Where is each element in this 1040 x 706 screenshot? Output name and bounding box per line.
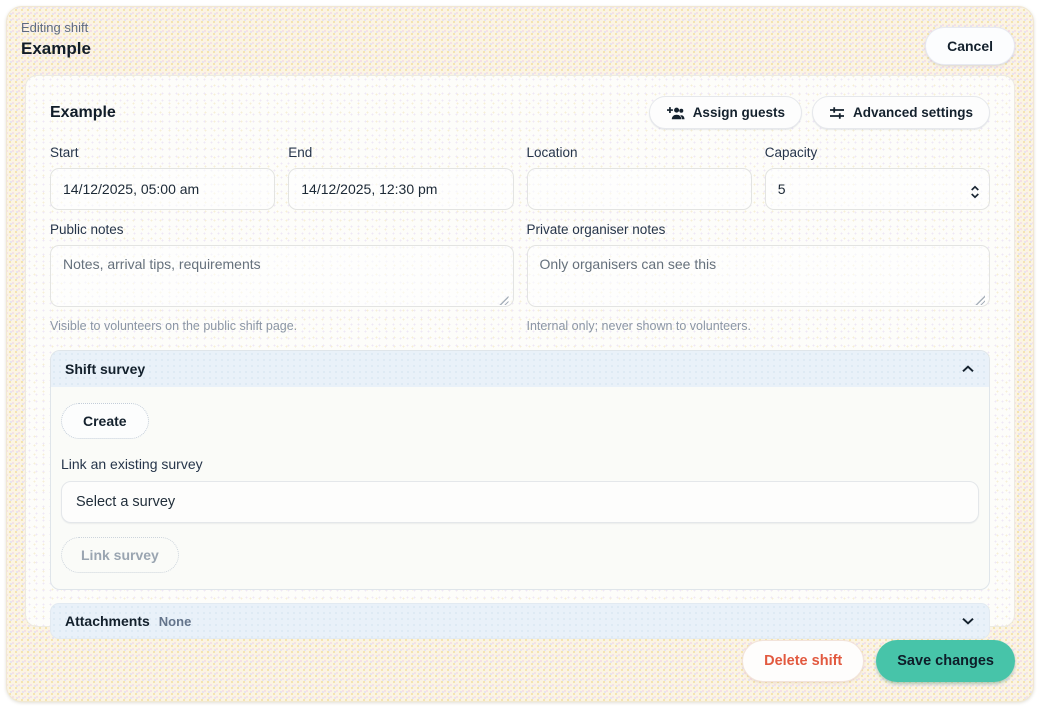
link-survey-button[interactable]: Link survey — [61, 537, 179, 573]
advanced-settings-label: Advanced settings — [852, 105, 973, 120]
chevron-down-icon — [961, 612, 975, 630]
end-input[interactable] — [288, 168, 514, 210]
sliders-icon — [829, 106, 845, 120]
form-footer: Delete shift Save changes — [7, 627, 1033, 682]
public-notes-helper: Visible to volunteers on the public shif… — [50, 319, 298, 333]
location-label: Location — [526, 145, 578, 160]
chevron-up-icon — [961, 360, 975, 378]
public-notes-wrap — [50, 245, 514, 312]
shift-name-heading: Example — [50, 103, 116, 121]
public-notes-group: Public notes Visible to volunteers on th… — [50, 222, 514, 333]
create-survey-button[interactable]: Create — [61, 403, 149, 439]
assign-guests-label: Assign guests — [692, 105, 785, 120]
attachments-title: Attachments — [65, 613, 150, 629]
notes-row: Public notes Visible to volunteers on th… — [50, 222, 990, 333]
shift-survey-body: Create Link an existing survey Select a … — [51, 387, 989, 589]
private-notes-textarea[interactable] — [526, 245, 990, 307]
editing-shift-eyebrow: Editing shift — [21, 20, 89, 35]
number-stepper-icon[interactable] — [970, 185, 980, 204]
delete-shift-button[interactable]: Delete shift — [742, 640, 865, 682]
capacity-input[interactable] — [764, 168, 990, 210]
panel-header: Editing shift Example Cancel — [7, 7, 1033, 69]
public-notes-textarea[interactable] — [50, 245, 514, 307]
survey-select[interactable]: Select a survey — [61, 481, 979, 523]
shift-survey-section: Shift survey Create Link an existing sur… — [50, 350, 990, 590]
private-notes-label: Private organiser notes — [526, 222, 666, 237]
end-field-group: End — [288, 145, 514, 210]
datetime-fields-row: Start End Location Capacity — [50, 145, 990, 210]
start-field-group: Start — [50, 145, 276, 210]
person-add-icon — [666, 106, 685, 120]
shift-survey-title: Shift survey — [65, 361, 146, 377]
end-label: End — [288, 145, 313, 160]
attachments-badge: None — [158, 613, 192, 629]
assign-guests-button[interactable]: Assign guests — [648, 96, 802, 129]
shift-form-card: Example Assign guests Advanced settings … — [25, 75, 1015, 639]
cancel-button[interactable]: Cancel — [925, 27, 1015, 65]
location-input[interactable] — [526, 168, 752, 210]
capacity-label: Capacity — [764, 145, 818, 160]
private-notes-wrap — [526, 245, 990, 312]
advanced-settings-button[interactable]: Advanced settings — [811, 96, 990, 129]
location-field-group: Location — [526, 145, 752, 210]
capacity-field-group: Capacity — [764, 145, 990, 210]
public-notes-label: Public notes — [50, 222, 124, 237]
save-changes-button[interactable]: Save changes — [876, 640, 1015, 682]
shift-survey-header[interactable]: Shift survey — [51, 351, 989, 387]
start-label: Start — [50, 145, 79, 160]
start-input[interactable] — [50, 168, 276, 210]
link-existing-survey-label: Link an existing survey — [61, 456, 203, 472]
private-notes-helper: Internal only; never shown to volunteers… — [526, 319, 751, 333]
card-top-row: Example Assign guests Advanced settings — [50, 96, 990, 129]
edit-shift-panel: Editing shift Example Cancel Example Ass… — [6, 6, 1034, 702]
page-title: Example — [21, 39, 91, 58]
private-notes-group: Private organiser notes Internal only; n… — [526, 222, 990, 333]
card-actions: Assign guests Advanced settings — [648, 96, 990, 129]
